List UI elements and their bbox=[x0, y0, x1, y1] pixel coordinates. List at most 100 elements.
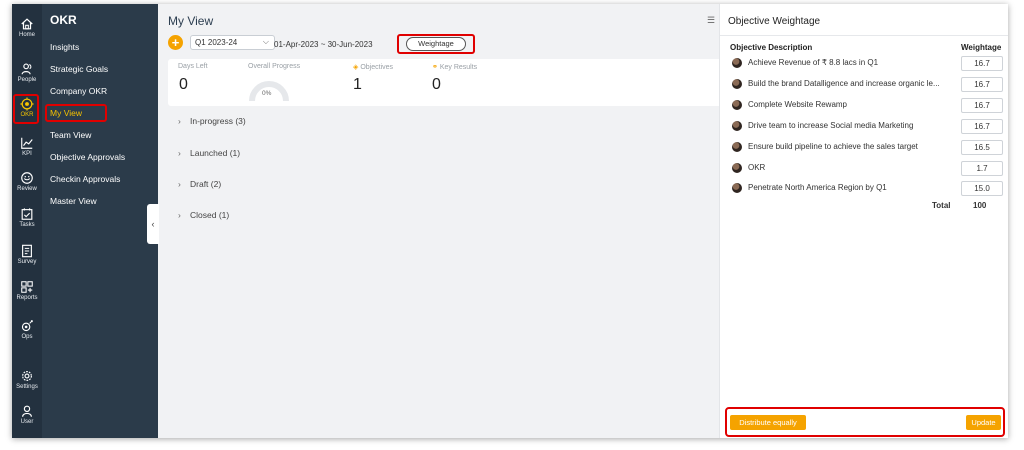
rail-label-settings: Settings bbox=[16, 384, 38, 390]
user-icon bbox=[22, 405, 32, 417]
section-in-progress[interactable]: › In-progress (3) bbox=[178, 116, 246, 126]
key-results-label: ⚭ Key Results bbox=[432, 63, 477, 71]
rail-label-survey: Survey bbox=[17, 259, 37, 265]
date-range-text: 01-Apr-2023 ~ 30-Jun-2023 bbox=[274, 40, 373, 49]
avatar bbox=[732, 100, 742, 110]
avatar bbox=[732, 142, 742, 152]
days-left-value: 0 bbox=[179, 76, 188, 93]
subnav-item-team-view[interactable]: Team View bbox=[50, 130, 91, 140]
weightage-input[interactable]: 16.5 bbox=[961, 140, 1003, 155]
panel-divider bbox=[720, 35, 1008, 36]
icon-rail: Home People OKR KPI Review Tasks Survey bbox=[12, 4, 42, 438]
weightage-input[interactable]: 16.7 bbox=[961, 119, 1003, 134]
section-closed[interactable]: › Closed (1) bbox=[178, 210, 229, 220]
app-window: Home People OKR KPI Review Tasks Survey bbox=[12, 4, 1008, 438]
objective-description: Ensure build pipeline to achieve the sal… bbox=[748, 142, 918, 151]
progress-gauge-icon bbox=[249, 81, 289, 102]
page-title: My View bbox=[168, 14, 214, 28]
subnav-item-checkin-approvals[interactable]: Checkin Approvals bbox=[50, 174, 120, 184]
update-button[interactable]: Update bbox=[966, 415, 1001, 430]
weightage-input[interactable]: 16.7 bbox=[961, 98, 1003, 113]
rail-label-kpi: KPI bbox=[22, 151, 32, 157]
key-results-label-text: Key Results bbox=[439, 64, 478, 71]
rail-review[interactable]: Review bbox=[12, 168, 42, 202]
subnav-item-master-view[interactable]: Master View bbox=[50, 196, 97, 206]
survey-icon bbox=[22, 244, 32, 258]
period-select-value: Q1 2023-24 bbox=[195, 38, 238, 47]
avatar bbox=[732, 79, 742, 89]
section-launched[interactable]: › Launched (1) bbox=[178, 148, 240, 158]
period-select[interactable]: Q1 2023-24 ⌵ bbox=[190, 35, 275, 50]
people-icon bbox=[21, 63, 32, 75]
rail-tasks[interactable]: Tasks bbox=[12, 204, 42, 238]
objective-weightage-panel: Objective Weightage Objective Descriptio… bbox=[719, 4, 1008, 438]
rail-reports[interactable]: Reports bbox=[12, 277, 42, 311]
objective-row: Achieve Revenue of ₹ 8.8 lacs in Q1 16.7 bbox=[730, 56, 1005, 74]
weightage-input[interactable]: 16.7 bbox=[961, 56, 1003, 71]
distribute-equally-button[interactable]: Distribute equally bbox=[730, 415, 806, 430]
total-value: 100 bbox=[973, 201, 987, 210]
key-results-value: 0 bbox=[432, 76, 441, 93]
chevron-right-icon: › bbox=[178, 116, 181, 126]
plus-icon: + bbox=[171, 35, 180, 50]
weightage-input[interactable]: 16.7 bbox=[961, 77, 1003, 92]
rail-settings[interactable]: Settings bbox=[12, 366, 42, 400]
objectives-label-text: Objectives bbox=[360, 64, 394, 71]
section-label: Draft (2) bbox=[190, 179, 222, 189]
section-draft[interactable]: › Draft (2) bbox=[178, 179, 221, 189]
okr-highlight-box bbox=[13, 94, 39, 124]
subnav-item-company-okr[interactable]: Company OKR bbox=[50, 86, 107, 96]
rail-home[interactable]: Home bbox=[12, 14, 42, 48]
chevron-right-icon: › bbox=[178, 148, 181, 158]
home-icon bbox=[21, 18, 33, 30]
rail-label-reports: Reports bbox=[16, 295, 38, 301]
objective-row: Drive team to increase Social media Mark… bbox=[730, 119, 1005, 137]
rail-survey[interactable]: Survey bbox=[12, 241, 42, 275]
avatar bbox=[732, 121, 742, 131]
avatar bbox=[732, 183, 742, 193]
objective-row: OKR 1.7 bbox=[730, 161, 1005, 179]
col-header-weightage: Weightage bbox=[961, 43, 1002, 52]
add-objective-button[interactable]: + bbox=[168, 35, 183, 50]
chevron-left-icon: ‹ bbox=[151, 219, 155, 229]
panel-toggle-icon[interactable]: ☰ bbox=[707, 15, 715, 26]
objective-description: Penetrate North America Region by Q1 bbox=[748, 183, 887, 192]
rail-kpi[interactable]: KPI bbox=[12, 133, 42, 167]
key-results-icon: ⚭ bbox=[432, 64, 438, 71]
objective-description: OKR bbox=[748, 163, 766, 172]
avatar bbox=[732, 163, 742, 173]
objective-row: Complete Website Rewamp 16.7 bbox=[730, 98, 1005, 116]
rail-people[interactable]: People bbox=[12, 59, 42, 93]
subnav-item-strategic-goals[interactable]: Strategic Goals bbox=[50, 64, 108, 74]
chevron-down-icon: ⌵ bbox=[262, 37, 269, 46]
chevron-right-icon: › bbox=[178, 179, 181, 189]
objective-description: Complete Website Rewamp bbox=[748, 100, 848, 109]
objective-description: Build the brand Datalligence and increas… bbox=[748, 79, 940, 88]
chevron-right-icon: › bbox=[178, 210, 181, 220]
subnav-item-insights[interactable]: Insights bbox=[50, 42, 79, 52]
objective-description: Achieve Revenue of ₹ 8.8 lacs in Q1 bbox=[748, 58, 879, 67]
objective-row: Penetrate North America Region by Q1 15.… bbox=[730, 181, 1005, 199]
rail-label-user: User bbox=[20, 419, 34, 425]
weightage-input[interactable]: 15.0 bbox=[961, 181, 1003, 196]
rail-label-review: Review bbox=[17, 186, 37, 192]
total-label: Total bbox=[932, 201, 951, 210]
avatar bbox=[732, 58, 742, 68]
overall-progress-label: Overall Progress bbox=[248, 63, 301, 70]
weightage-input[interactable]: 1.7 bbox=[961, 161, 1003, 176]
review-icon bbox=[21, 172, 33, 184]
objectives-value: 1 bbox=[353, 76, 362, 93]
rail-label-ops: Ops bbox=[21, 334, 33, 340]
objective-description: Drive team to increase Social media Mark… bbox=[748, 121, 914, 130]
rail-ops[interactable]: Ops bbox=[12, 316, 42, 350]
collapse-sidebar-button[interactable]: ‹ bbox=[147, 204, 159, 244]
subnav-title: OKR bbox=[50, 13, 77, 27]
kpi-chart-icon bbox=[21, 137, 33, 149]
rail-user[interactable]: User bbox=[12, 401, 42, 435]
objectives-icon: ◈ bbox=[353, 64, 359, 71]
tasks-icon bbox=[21, 208, 33, 220]
subnav-item-objective-approvals[interactable]: Objective Approvals bbox=[50, 152, 125, 162]
section-label: Launched (1) bbox=[190, 148, 241, 158]
my-view-highlight-box bbox=[45, 104, 107, 122]
reports-icon bbox=[21, 281, 33, 293]
